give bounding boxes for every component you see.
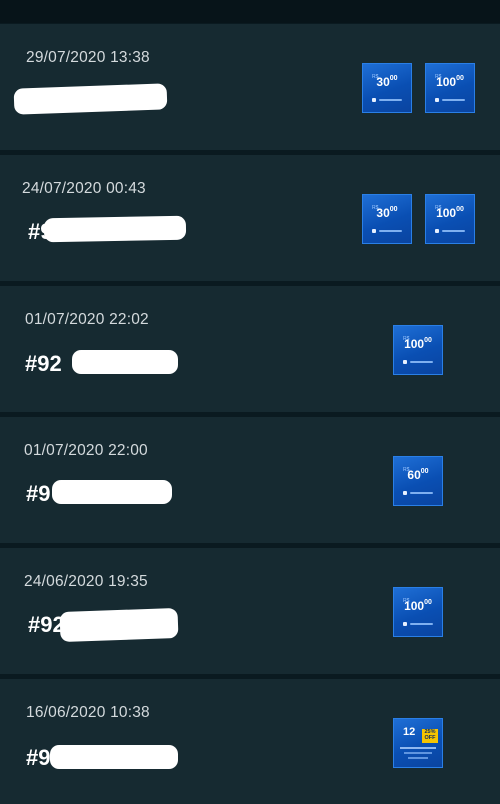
discount-badge: 25% OFF: [422, 729, 438, 743]
order-card[interactable]: 24/07/2020 00:43 #9 R$ 3000 R$ 10000: [0, 155, 500, 281]
card-value: 60: [407, 468, 421, 482]
order-card[interactable]: 29/07/2020 13:38 # R$ 3000 R$ 10000: [0, 24, 500, 150]
playstation-store-logo-icon: [372, 98, 405, 102]
card-cents: 00: [424, 337, 432, 344]
playstation-store-logo-icon: [435, 98, 468, 102]
order-date: 16/06/2020 10:38: [26, 704, 150, 721]
redaction-scribble: [43, 215, 187, 243]
order-number: #92: [25, 351, 62, 376]
card-cents: 00: [389, 75, 398, 82]
order-number: #9: [26, 745, 51, 770]
order-card[interactable]: 01/07/2020 22:02 #92 R$ 10000: [0, 286, 500, 412]
psn-wallet-card[interactable]: R$ 10000: [425, 194, 475, 244]
redaction-scribble: [59, 607, 179, 643]
psn-wallet-card[interactable]: R$ 3000: [362, 63, 412, 113]
redaction-scribble: [52, 480, 172, 504]
psn-wallet-card[interactable]: R$ 6000: [393, 456, 443, 506]
ps-plus-months: 12: [403, 726, 416, 738]
order-card[interactable]: 16/06/2020 10:38 #9 12 25% OFF: [0, 679, 500, 804]
ps-plus-card[interactable]: 12 25% OFF: [393, 718, 443, 768]
playstation-store-logo-icon: [403, 622, 436, 626]
card-cents: 00: [456, 75, 464, 82]
psn-wallet-card[interactable]: R$ 10000: [425, 63, 475, 113]
psn-wallet-card[interactable]: R$ 10000: [393, 325, 443, 375]
playstation-store-logo-icon: [403, 360, 436, 364]
redaction-scribble: [13, 83, 168, 115]
card-cents: 00: [456, 206, 464, 213]
order-card[interactable]: 24/06/2020 19:35 #92 R$ 10000: [0, 548, 500, 674]
card-cents: 00: [420, 468, 429, 475]
card-value: 100: [436, 206, 457, 220]
card-value: 30: [376, 75, 390, 89]
order-number: #9: [26, 481, 51, 506]
card-value: 100: [404, 337, 425, 351]
redaction-scribble: [72, 350, 178, 374]
ps-plus-logo-icon: [400, 747, 436, 749]
psn-wallet-card[interactable]: R$ 10000: [393, 587, 443, 637]
order-date: 24/06/2020 19:35: [24, 573, 148, 590]
order-date: 01/07/2020 22:00: [24, 442, 148, 459]
playstation-store-logo-icon: [372, 229, 405, 233]
card-cents: 00: [389, 206, 398, 213]
order-date: 29/07/2020 13:38: [26, 49, 150, 66]
playstation-store-logo-icon: [435, 229, 468, 233]
order-date: 24/07/2020 00:43: [22, 180, 146, 197]
top-bar: [0, 0, 500, 23]
card-value: 100: [404, 599, 425, 613]
psn-wallet-card[interactable]: R$ 3000: [362, 194, 412, 244]
card-value: 100: [436, 75, 457, 89]
redaction-scribble: [50, 745, 178, 769]
card-cents: 00: [424, 599, 432, 606]
order-card[interactable]: 01/07/2020 22:00 #9 R$ 6000: [0, 417, 500, 543]
card-value: 30: [376, 206, 390, 220]
playstation-store-logo-icon: [403, 491, 436, 495]
order-date: 01/07/2020 22:02: [25, 311, 149, 328]
